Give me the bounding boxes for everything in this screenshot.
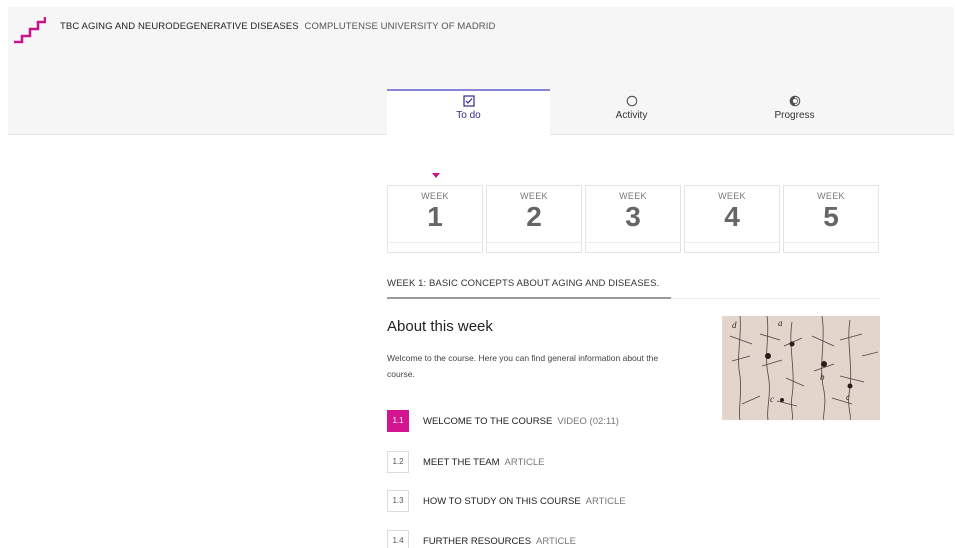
todo-checkbox-icon (462, 95, 475, 107)
about-this-week-title: About this week (387, 318, 493, 335)
svg-text:d: d (732, 320, 737, 330)
svg-text:b: b (820, 372, 825, 382)
step-item[interactable]: 1.3 HOW TO STUDY ON THIS COURSE ARTICLE (387, 490, 787, 512)
step-item[interactable]: 1.4 FURTHER RESOURCES ARTICLE (387, 530, 787, 548)
step-item[interactable]: 1.2 MEET THE TEAM ARTICLE (387, 451, 787, 473)
futurelearn-logo-icon[interactable] (12, 16, 46, 44)
step-type: VIDEO (02:11) (557, 416, 619, 427)
week-card-1[interactable]: WEEK 1 (387, 185, 483, 253)
step-number-badge: 1.1 (387, 410, 409, 432)
week-card-footer (586, 242, 680, 252)
week-label: WEEK (817, 191, 845, 201)
activity-circle-icon (626, 95, 637, 107)
tab-to-do[interactable]: To do (387, 89, 550, 135)
course-header: TBC AGING AND NEURODEGENERATIVE DISEASES… (8, 7, 954, 135)
week-card-2[interactable]: WEEK 2 (486, 185, 582, 253)
about-this-week-text: Welcome to the course. Here you can find… (387, 353, 659, 379)
step-item[interactable]: 1.1 WELCOME TO THE COURSE VIDEO (02:11) (387, 410, 787, 432)
week-heading: WEEK 1: BASIC CONCEPTS ABOUT AGING AND D… (387, 278, 660, 289)
neuron-illustration-image: d a b c c (722, 316, 880, 420)
week-card-footer (487, 242, 581, 252)
step-title-line[interactable]: WELCOME TO THE COURSE VIDEO (02:11) (423, 416, 619, 427)
week-number: 4 (724, 201, 740, 232)
tab-progress[interactable]: Progress (713, 89, 876, 135)
step-title: HOW TO STUDY ON THIS COURSE (423, 496, 581, 507)
step-number-badge: 1.4 (387, 530, 409, 548)
week-card-footer (388, 242, 482, 252)
week-selector: WEEK 1 WEEK 2 WEEK 3 WEEK 4 WEEK 5 (387, 185, 881, 253)
step-title-line[interactable]: FURTHER RESOURCES ARTICLE (423, 536, 576, 547)
week-label: WEEK (619, 191, 647, 201)
svg-text:a: a (778, 318, 783, 328)
step-type: ARTICLE (536, 536, 576, 547)
step-title-line[interactable]: HOW TO STUDY ON THIS COURSE ARTICLE (423, 496, 626, 507)
selected-week-indicator (432, 173, 440, 178)
step-title: MEET THE TEAM (423, 457, 500, 468)
step-type: ARTICLE (585, 496, 626, 507)
step-number-badge: 1.3 (387, 490, 409, 512)
step-title-line[interactable]: MEET THE TEAM ARTICLE (423, 457, 545, 468)
week-card-footer (784, 242, 878, 252)
week-label: WEEK (520, 191, 548, 201)
university-name: COMPLUTENSE UNIVERSITY OF MADRID (304, 21, 496, 32)
week-card-footer (685, 242, 779, 252)
week-card-4[interactable]: WEEK 4 (684, 185, 780, 253)
step-title: WELCOME TO THE COURSE (423, 416, 553, 427)
week-number: 5 (823, 201, 839, 232)
week-card-5[interactable]: WEEK 5 (783, 185, 879, 253)
step-title: FURTHER RESOURCES (423, 536, 532, 547)
step-number-badge: 1.2 (387, 451, 409, 473)
tab-activity[interactable]: Activity (550, 89, 713, 135)
course-tabs: To do Activity Progress (387, 89, 878, 135)
week-heading-underline (387, 297, 671, 299)
tab-label: Progress (774, 110, 815, 121)
week-label: WEEK (718, 191, 746, 201)
course-title: TBC AGING AND NEURODEGENERATIVE DISEASES… (60, 21, 495, 32)
svg-text:c: c (770, 394, 774, 404)
progress-ring-icon (789, 95, 800, 107)
tab-label: Activity (615, 110, 648, 121)
svg-text:c: c (846, 392, 850, 402)
week-number: 2 (526, 201, 542, 232)
divider (671, 298, 881, 299)
week-number: 3 (625, 201, 641, 232)
week-card-3[interactable]: WEEK 3 (585, 185, 681, 253)
step-type: ARTICLE (504, 457, 545, 468)
course-name: TBC AGING AND NEURODEGENERATIVE DISEASES (60, 21, 299, 32)
tab-label: To do (456, 110, 481, 121)
week-label: WEEK (421, 191, 449, 201)
week-number: 1 (427, 201, 443, 232)
